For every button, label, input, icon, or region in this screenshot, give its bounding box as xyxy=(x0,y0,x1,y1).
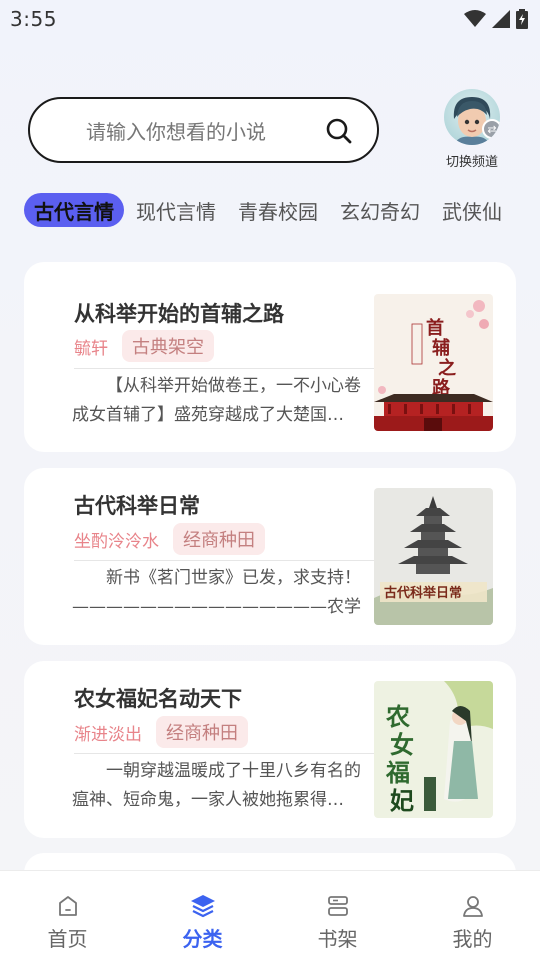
book-cover-image: 首 辅 之 路 xyxy=(374,294,493,431)
swap-icon: ⇄ xyxy=(482,119,500,139)
nav-mine-label: 我的 xyxy=(452,927,493,951)
search-placeholder: 请输入你想看的小说 xyxy=(86,119,266,144)
cover-title-text: 首 xyxy=(426,317,444,339)
nav-shelf-label: 书架 xyxy=(317,927,358,951)
category-tabs: 古代言情 现代言情 青春校园 玄幻奇幻 武侠仙 xyxy=(24,192,540,228)
book-tag: 古典架空 xyxy=(122,330,214,362)
nav-home-label: 首页 xyxy=(47,927,88,951)
book-cover[interactable]: 古代科举日常 xyxy=(374,488,493,625)
tab-wuxia[interactable]: 武侠仙 xyxy=(432,193,512,227)
avatar: ⇄ xyxy=(444,89,500,145)
status-bar: 3:55 xyxy=(0,0,540,38)
book-author: 渐进淡出 xyxy=(74,724,142,745)
switch-channel-label: 切换频道 xyxy=(445,155,498,170)
svg-text:之: 之 xyxy=(438,357,456,379)
tab-youth-campus[interactable]: 青春校园 xyxy=(228,193,328,227)
search-icon[interactable] xyxy=(325,117,353,145)
bottom-nav: 首页 分类 书架 我的 xyxy=(0,870,540,960)
nav-shelf[interactable]: 书架 xyxy=(270,871,405,960)
book-meta: 渐进淡出 经商种田 xyxy=(74,716,248,748)
battery-icon xyxy=(516,9,528,29)
tab-ancient-romance[interactable]: 古代言情 xyxy=(24,193,124,227)
search-row: 请输入你想看的小说 ⇄ 切换频道 xyxy=(28,89,518,170)
book-intro: 【从科举开始做卷王，一不小心卷成女首辅了】盛苑穿越成了大楚国… xyxy=(72,376,361,425)
switch-channel-button[interactable]: ⇄ 切换频道 xyxy=(439,89,505,170)
home-icon xyxy=(58,896,77,916)
book-author: 毓轩 xyxy=(74,338,108,359)
wifi-icon xyxy=(464,10,486,27)
divider xyxy=(74,753,374,754)
svg-text:妃: 妃 xyxy=(390,786,414,815)
book-tag: 经商种田 xyxy=(173,523,265,555)
nav-category[interactable]: 分类 xyxy=(135,871,270,960)
book-intro: 新书《茗门世家》已发，求支持！———————————————农学硕… xyxy=(72,568,361,617)
divider xyxy=(74,560,374,561)
divider xyxy=(74,368,374,369)
svg-text:女: 女 xyxy=(390,730,414,759)
layers-icon xyxy=(190,895,215,918)
book-intro: 一朝穿越温暖成了十里八乡有名的瘟神、短命鬼，一家人被她拖累得… xyxy=(72,761,361,810)
signal-icon xyxy=(492,10,510,28)
search-input[interactable]: 请输入你想看的小说 xyxy=(28,97,379,163)
book-meta: 毓轩 古典架空 xyxy=(74,330,214,362)
book-cover[interactable]: 农 女 福 妃 xyxy=(374,681,493,818)
nav-category-label: 分类 xyxy=(182,927,223,951)
svg-text:辅: 辅 xyxy=(432,337,450,359)
book-card[interactable]: 农女福妃名动天下 渐进淡出 经商种田 一朝穿越温暖成了十里八乡有名的瘟神、短命鬼… xyxy=(24,661,516,838)
book-cover[interactable]: 首 辅 之 路 xyxy=(374,294,493,431)
nav-home[interactable]: 首页 xyxy=(0,871,135,960)
book-cover-image: 古代科举日常 xyxy=(374,488,493,625)
book-author: 坐酌泠泠水 xyxy=(74,531,159,552)
book-card[interactable]: 从科举开始的首辅之路 毓轩 古典架空 【从科举开始做卷王，一不小心卷成女首辅了】… xyxy=(24,262,516,452)
user-icon xyxy=(462,896,483,917)
status-time: 3:55 xyxy=(10,7,57,31)
book-title: 古代科举日常 xyxy=(74,494,200,518)
book-cover-image: 农 女 福 妃 xyxy=(374,681,493,818)
cover-title-text: 农 xyxy=(385,702,410,731)
bookshelf-icon xyxy=(327,896,348,916)
svg-text:福: 福 xyxy=(385,758,410,787)
tab-fantasy[interactable]: 玄幻奇幻 xyxy=(330,193,430,227)
book-card[interactable]: 古代科举日常 坐酌泠泠水 经商种田 新书《茗门世家》已发，求支持！———————… xyxy=(24,468,516,645)
book-title: 农女福妃名动天下 xyxy=(74,687,242,711)
cover-title-text: 古代科举日常 xyxy=(384,585,462,601)
tab-modern-romance[interactable]: 现代言情 xyxy=(126,193,226,227)
nav-mine[interactable]: 我的 xyxy=(405,871,540,960)
book-title: 从科举开始的首辅之路 xyxy=(74,302,284,326)
book-meta: 坐酌泠泠水 经商种田 xyxy=(74,523,265,555)
status-icons xyxy=(464,9,528,29)
book-tag: 经商种田 xyxy=(156,716,248,748)
